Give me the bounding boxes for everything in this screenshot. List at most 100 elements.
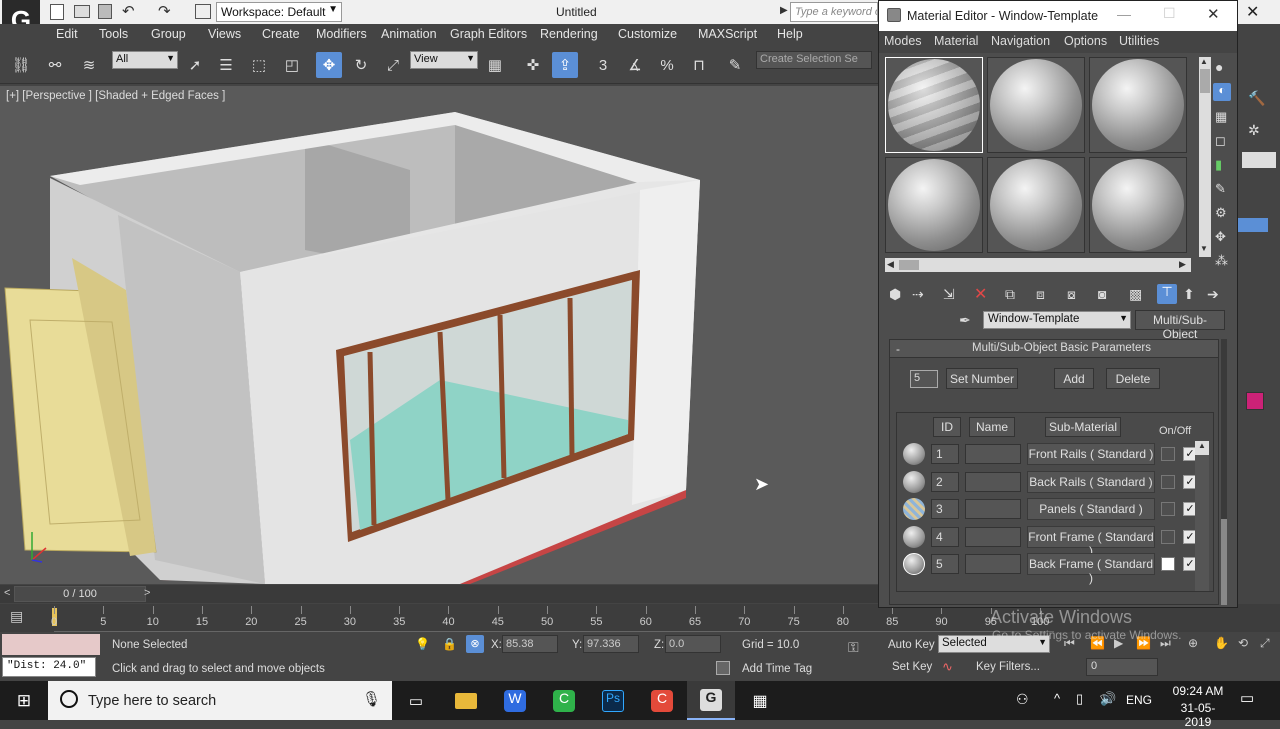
sub-material-button-2[interactable]: Back Rails ( Standard ) bbox=[1027, 471, 1155, 493]
minimize-icon[interactable]: — bbox=[1117, 6, 1131, 22]
menu-tools[interactable]: Tools bbox=[99, 27, 128, 41]
start-windows-icon[interactable]: ⊞ bbox=[0, 681, 48, 720]
number-of-materials-field[interactable]: 5 bbox=[910, 370, 938, 388]
sub-material-button-4[interactable]: Front Frame ( Standard ) bbox=[1027, 526, 1155, 558]
sub-material-id-2[interactable]: 2 bbox=[931, 472, 959, 492]
sub-material-name-3[interactable] bbox=[965, 499, 1021, 519]
sub-material-color-5[interactable] bbox=[1161, 557, 1175, 571]
go-to-parent-icon[interactable]: ⬆ bbox=[1183, 286, 1195, 303]
sub-material-id-1[interactable]: 1 bbox=[931, 444, 959, 464]
action-center-icon[interactable]: ▭ bbox=[1240, 689, 1254, 707]
sample-slot-3[interactable] bbox=[1089, 57, 1187, 153]
me-menu-utilities[interactable]: Utilities bbox=[1119, 34, 1159, 48]
key-icon[interactable]: ⚿ bbox=[848, 639, 859, 656]
make-material-copy-icon[interactable]: ⧈ bbox=[1036, 286, 1045, 303]
isolate-selection-icon[interactable]: 💡 bbox=[415, 637, 430, 651]
menu-help[interactable]: Help bbox=[777, 27, 803, 41]
select-and-scale-icon[interactable]: ⤢ bbox=[380, 52, 406, 78]
key-filter-curve-icon[interactable]: ∿ bbox=[942, 659, 953, 675]
sub-material-row-4[interactable]: 4 Front Frame ( Standard ) ✓ bbox=[903, 524, 1213, 558]
me-menu-modes[interactable]: Modes bbox=[884, 34, 922, 48]
rectangular-selection-icon[interactable]: ⬚ bbox=[246, 52, 272, 78]
table-scrollbar[interactable]: ▲ bbox=[1195, 441, 1209, 591]
sub-material-swatch-3[interactable] bbox=[903, 498, 925, 520]
task-view-icon[interactable]: ▭ bbox=[392, 681, 440, 720]
slots-vertical-scrollbar[interactable]: ▲ ▼ bbox=[1199, 57, 1211, 257]
sample-slot-4[interactable] bbox=[885, 157, 983, 253]
wps-writer-icon[interactable]: W bbox=[491, 681, 539, 720]
assign-to-selection-icon[interactable]: ⇲ bbox=[943, 286, 955, 303]
scroll-right-icon[interactable]: ▶ bbox=[1179, 259, 1186, 270]
selection-filter-dropdown[interactable]: All ▼ bbox=[112, 51, 178, 69]
angle-snap-icon[interactable]: ∡ bbox=[622, 52, 648, 78]
sub-material-row-3[interactable]: 3 Panels ( Standard ) ✓ bbox=[903, 496, 1213, 522]
material-map-navigator-icon[interactable]: ⁂ bbox=[1215, 253, 1228, 269]
menu-views[interactable]: Views bbox=[208, 27, 241, 41]
sub-material-swatch-5[interactable] bbox=[903, 553, 925, 575]
put-to-scene-icon[interactable]: ⇢ bbox=[912, 286, 924, 303]
maximize-viewport-icon[interactable]: ⤢ bbox=[1260, 636, 1270, 651]
sample-uv-tiling-icon[interactable]: ◻ bbox=[1215, 133, 1226, 149]
add-button[interactable]: Add bbox=[1054, 368, 1094, 389]
y-coord-field[interactable]: 97.336 bbox=[583, 635, 639, 653]
name-column-header[interactable]: Name bbox=[969, 417, 1015, 437]
sub-material-swatch-2[interactable] bbox=[903, 471, 925, 493]
get-material-icon[interactable]: ⬢ bbox=[889, 286, 901, 303]
scroll-left-icon[interactable]: ◀ bbox=[887, 259, 894, 270]
selection-lock-icon[interactable]: 🔒 bbox=[442, 637, 457, 651]
auto-key-button[interactable]: Auto Key bbox=[888, 639, 935, 651]
command-panel-color-swatch[interactable] bbox=[1246, 392, 1264, 410]
sample-slot-1[interactable] bbox=[885, 57, 983, 153]
command-panel-gear-icon[interactable]: ✲ bbox=[1248, 122, 1260, 139]
clock[interactable]: 09:24 AM 31-05-2019 bbox=[1170, 684, 1226, 729]
delete-button[interactable]: Delete bbox=[1106, 368, 1160, 389]
zoom-extents-icon[interactable]: ⊕ bbox=[1188, 636, 1198, 650]
search-arrow-icon[interactable]: ▶ bbox=[780, 5, 788, 16]
rollout-scroll-thumb[interactable] bbox=[1221, 519, 1227, 605]
scroll-down-icon[interactable]: ▼ bbox=[1200, 244, 1208, 253]
sub-material-swatch-1[interactable] bbox=[903, 443, 925, 465]
named-selection-set-dropdown[interactable]: Create Selection Se bbox=[756, 51, 872, 69]
go-forward-to-sibling-icon[interactable]: ➔ bbox=[1207, 286, 1219, 303]
make-unique-icon[interactable]: ⧉ bbox=[1005, 286, 1015, 303]
set-key-button[interactable]: Set Key bbox=[892, 661, 932, 673]
orbit-icon[interactable]: ⟲ bbox=[1238, 636, 1248, 650]
save-file-icon[interactable] bbox=[98, 4, 112, 19]
rollout-header[interactable]: - Multi/Sub-Object Basic Parameters bbox=[890, 340, 1218, 358]
people-icon[interactable]: ⚇ bbox=[1016, 691, 1029, 708]
microphone-icon[interactable]: 🎙 bbox=[362, 690, 381, 708]
redo-icon[interactable]: ↷ bbox=[158, 2, 171, 20]
mini-curve-editor-icon[interactable]: ▤ bbox=[10, 608, 23, 625]
video-color-check-icon[interactable]: ▮ bbox=[1215, 157, 1222, 173]
rollout-scrollbar[interactable] bbox=[1221, 339, 1227, 605]
photoshop-icon[interactable]: Ps bbox=[589, 681, 637, 720]
pick-material-from-object-icon[interactable]: ✒ bbox=[959, 312, 971, 329]
keyboard-shortcut-override-icon[interactable]: ⇪ bbox=[552, 52, 578, 78]
menu-customize[interactable]: Customize bbox=[618, 27, 677, 41]
sub-material-name-5[interactable] bbox=[965, 554, 1021, 574]
z-coord-field[interactable]: 0.0 bbox=[665, 635, 721, 653]
menu-modifiers[interactable]: Modifiers bbox=[316, 27, 367, 41]
show-hidden-icons-icon[interactable]: ^ bbox=[1054, 691, 1060, 706]
maxscript-mini-listener-top[interactable] bbox=[2, 634, 100, 655]
input-language[interactable]: ENG bbox=[1126, 693, 1152, 707]
menu-maxscript[interactable]: MAXScript bbox=[698, 27, 757, 41]
edit-named-selection-icon[interactable]: ✎ bbox=[722, 52, 748, 78]
sample-slot-6[interactable] bbox=[1089, 157, 1187, 253]
camtasia-recorder-icon[interactable]: C bbox=[638, 681, 686, 720]
sample-type-icon[interactable]: ● bbox=[1215, 59, 1223, 75]
sub-material-color-3[interactable] bbox=[1161, 502, 1175, 516]
sub-material-color-1[interactable] bbox=[1161, 447, 1175, 461]
sample-slot-5[interactable] bbox=[987, 157, 1085, 253]
options-icon[interactable]: ⚙ bbox=[1215, 205, 1227, 221]
maxscript-mini-listener[interactable]: "Dist: 24.0" bbox=[2, 657, 96, 677]
me-menu-options[interactable]: Options bbox=[1064, 34, 1107, 48]
select-manipulate-icon[interactable]: ✜ bbox=[520, 52, 546, 78]
me-menu-material[interactable]: Material bbox=[934, 34, 978, 48]
sub-material-color-2[interactable] bbox=[1161, 475, 1175, 489]
add-time-tag-button[interactable]: Add Time Tag bbox=[742, 663, 812, 675]
rollout-collapse-toggle[interactable]: - bbox=[896, 342, 900, 356]
scroll-up-icon[interactable]: ▲ bbox=[1200, 57, 1208, 66]
time-tag-icon[interactable] bbox=[716, 661, 730, 675]
id-column-header[interactable]: ID bbox=[933, 417, 961, 437]
